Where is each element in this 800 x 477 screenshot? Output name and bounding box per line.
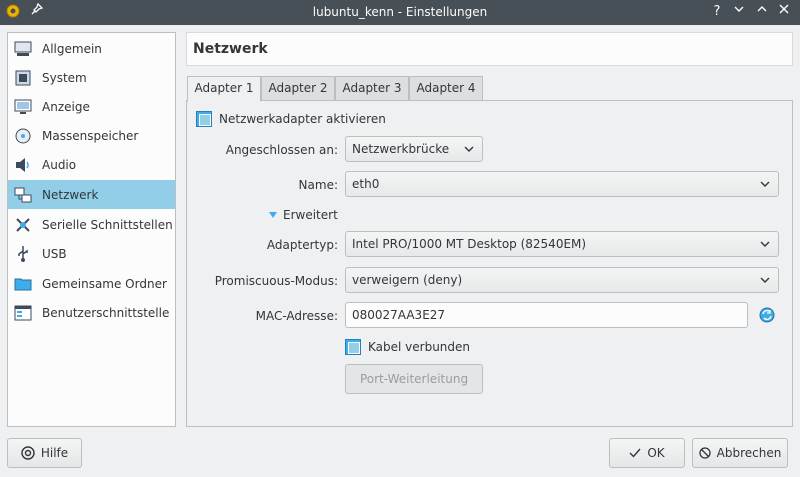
cancel-button[interactable]: Abbrechen [692,438,788,468]
ok-button-label: OK [647,446,665,460]
name-value: eth0 [352,177,380,191]
mac-address-value: 080027AA3E27 [352,308,446,322]
enable-adapter-label: Netzwerkadapter aktivieren [219,112,386,126]
sidebar-item-label: Audio [42,157,77,172]
usb-icon [13,244,33,264]
attached-to-value: Netzwerkbrücke [352,142,450,156]
page-title: Netzwerk [193,41,268,57]
help-context-icon[interactable]: ? [708,3,726,21]
chevron-down-icon [760,277,770,283]
window-title: lubuntu_kenn - Einstellungen [312,5,488,19]
port-forwarding-button[interactable]: Port-Weiterleitung [345,364,483,394]
cancel-icon [699,447,711,459]
display-icon [13,97,33,117]
adapter-type-value: Intel PRO/1000 MT Desktop (82540EM) [352,237,587,251]
mac-address-label: MAC-Adresse: [255,309,338,323]
attached-to-select[interactable]: Netzwerkbrücke [345,136,483,162]
chevron-down-icon [464,146,474,152]
cable-connected-label: Kabel verbunden [368,340,471,354]
audio-icon [13,155,33,175]
page-header: Netzwerk [186,32,793,66]
sidebar-item-label: Anzeige [42,99,90,114]
sidebar-item-general[interactable]: Allgemein [8,34,175,63]
name-label: Name: [298,178,338,192]
sidebar-item-label: Allgemein [42,41,102,56]
promiscuous-mode-select[interactable]: verweigern (deny) [345,267,779,293]
close-icon[interactable] [775,3,793,21]
sidebar-item-label: Massenspeicher [42,128,139,143]
promiscuous-mode-value: verweigern (deny) [352,273,463,287]
sidebar-item-label: Serielle Schnittstellen [42,217,173,232]
sidebar-item-serial[interactable]: Serielle Schnittstellen [8,210,175,239]
help-button-label: Hilfe [40,446,69,460]
sidebar-item-label: Netzwerk [42,187,99,202]
sidebar-item-display[interactable]: Anzeige [8,92,175,121]
name-select[interactable]: eth0 [345,171,779,197]
settings-sidebar: Allgemein System Anzeige Massenspeicher … [7,32,176,427]
title-bar: lubuntu_kenn - Einstellungen ? [0,0,800,25]
adapter-type-select[interactable]: Intel PRO/1000 MT Desktop (82540EM) [345,231,779,257]
cancel-button-label: Abbrechen [716,446,782,460]
tab-adapter-1-active[interactable]: Adapter 1 [187,76,261,102]
sidebar-item-system[interactable]: System [8,63,175,92]
tab-adapter-1[interactable]: Adapter 4 [409,76,483,101]
lifebuoy-icon [21,446,35,460]
tab-adapter-2[interactable]: Adapter 2 [261,76,335,101]
chevron-down-icon [760,181,770,187]
attached-to-label: Angeschlossen an: [225,143,338,157]
general-icon [13,39,33,59]
mac-address-input[interactable]: 080027AA3E27 [345,302,748,328]
cable-connected-checkbox[interactable] [345,339,361,355]
serial-icon [13,215,33,235]
chevron-down-icon [760,241,770,247]
help-button[interactable]: Hilfe [7,438,82,468]
maximize-icon[interactable] [753,3,771,21]
triangle-down-icon [269,212,277,218]
shared-folder-icon [13,274,33,294]
sidebar-item-label: USB [42,246,67,261]
promiscuous-mode-label: Promiscuous-Modus: [214,274,338,288]
ok-button[interactable]: OK [609,438,685,468]
refresh-mac-icon[interactable] [759,307,775,323]
minimize-icon[interactable] [730,3,748,21]
system-icon [13,68,33,88]
advanced-label: Erweitert [283,208,338,222]
adapter-type-label: Adaptertyp: [266,238,338,252]
enable-adapter-checkbox[interactable] [196,111,212,127]
storage-icon [13,126,33,146]
sidebar-item-label: System [42,70,87,85]
network-icon [13,185,33,205]
check-icon [629,447,641,459]
tab-adapter-3[interactable]: Adapter 3 [335,76,409,101]
advanced-toggle[interactable]: Erweitert [266,207,346,223]
user-interface-icon [13,303,33,323]
